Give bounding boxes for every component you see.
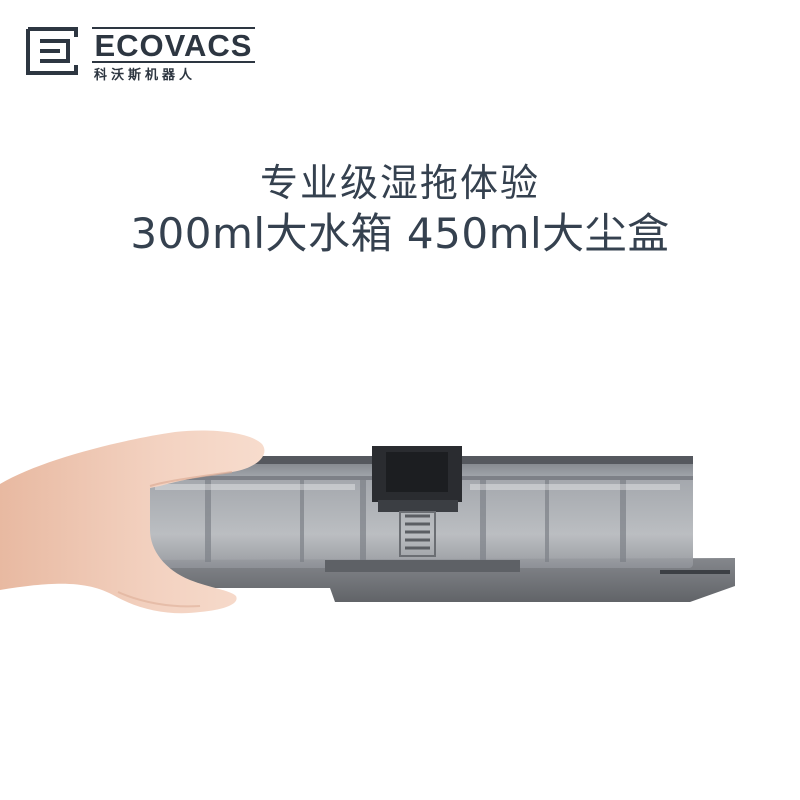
headline-line2: 300ml大水箱 450ml大尘盒	[130, 209, 670, 259]
hand-holding-water-tank-photo	[0, 430, 735, 614]
brand-logo: ECOVACS 科沃斯机器人	[24, 25, 264, 83]
brand-subtitle: 科沃斯机器人	[94, 68, 197, 83]
headline: 专业级湿拖体验 300ml大水箱 450ml大尘盒	[0, 160, 800, 260]
brand-name: ECOVACS	[92, 27, 255, 63]
ecovacs-e-mark-icon	[26, 27, 78, 75]
headline-line1: 专业级湿拖体验	[259, 161, 540, 205]
